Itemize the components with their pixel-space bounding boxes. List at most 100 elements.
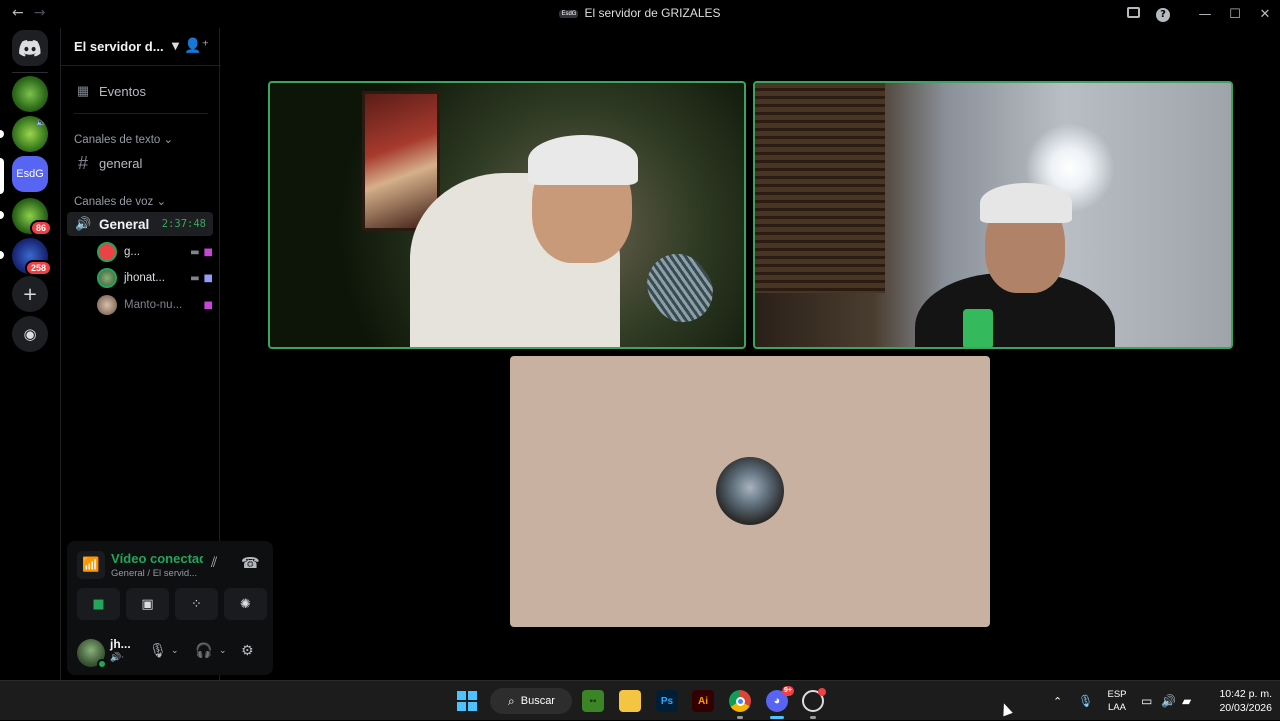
volume-icon[interactable]: 🔊 bbox=[1161, 681, 1176, 721]
voice-location[interactable]: General / El servid... bbox=[111, 568, 203, 579]
user-avatar bbox=[716, 457, 784, 525]
server-icon-4[interactable]: 86 bbox=[12, 198, 52, 236]
voice-channel-label: General bbox=[99, 216, 150, 232]
server-icon-5[interactable]: 258 bbox=[12, 238, 52, 276]
chevron-down-icon[interactable]: ⌄ bbox=[219, 646, 227, 656]
discord-taskbar-icon[interactable]: ◕ 9+ bbox=[766, 686, 794, 712]
chevron-down-icon[interactable]: ⌄ bbox=[171, 646, 179, 656]
member-name: jhonat... bbox=[124, 272, 165, 284]
file-explorer-icon[interactable] bbox=[619, 690, 641, 712]
home-button[interactable] bbox=[12, 30, 48, 66]
compass-icon: ◉ bbox=[23, 325, 37, 343]
clock[interactable]: 10:42 p. m. 20/03/2026 bbox=[1206, 687, 1272, 715]
disconnect-icon[interactable]: ☎ bbox=[241, 554, 260, 572]
camera-button[interactable]: ■ bbox=[77, 588, 120, 620]
server-icon-2[interactable]: 🔊 bbox=[12, 116, 48, 152]
unread-indicator bbox=[0, 130, 4, 138]
server-header[interactable]: El servidor d... ▼ 👤⁺ bbox=[61, 28, 221, 66]
date-label: 20/03/2026 bbox=[1219, 702, 1272, 714]
hash-icon: # bbox=[77, 152, 88, 173]
video-tile-3-avatar[interactable] bbox=[510, 356, 990, 627]
photoshop-icon[interactable]: Ps bbox=[656, 690, 678, 712]
taskbar: ⌕ Buscar ▪▪ Ps Ai ◕ 9+ ⌃ 🎙 ESP LAA ▭ 🔊 ▰… bbox=[0, 680, 1280, 720]
member-name: g... bbox=[124, 246, 140, 258]
explore-button[interactable]: ◉ bbox=[12, 316, 48, 352]
search-icon: ⌕ bbox=[508, 693, 515, 708]
add-member-icon[interactable]: 👤⁺ bbox=[184, 38, 209, 54]
settings-gear-icon[interactable]: ⚙ bbox=[241, 643, 254, 659]
minimize-button[interactable]: — bbox=[1190, 7, 1220, 22]
events-item[interactable]: ▦ Eventos bbox=[67, 79, 213, 103]
microphone-icon[interactable]: 🎙 bbox=[149, 643, 167, 659]
windows-logo-icon bbox=[457, 691, 477, 711]
camera-icon: ■ bbox=[92, 596, 105, 612]
voice-timer: 2:37:48 bbox=[161, 218, 206, 230]
activities-icon: ⁘ bbox=[191, 596, 202, 612]
voice-member[interactable]: Manto-nu... ■ bbox=[97, 294, 213, 316]
controller-icon: ■ bbox=[203, 246, 213, 258]
voice-member[interactable]: g... ▬ ■ bbox=[97, 241, 213, 263]
online-status-icon bbox=[97, 659, 107, 669]
maximize-button[interactable]: ☐ bbox=[1220, 7, 1250, 22]
server-name: El servidor d... bbox=[74, 39, 164, 54]
video-tile-1[interactable] bbox=[268, 81, 746, 349]
speaker-icon: 🔊 bbox=[36, 118, 46, 127]
language-indicator[interactable]: ESP LAA bbox=[1106, 688, 1128, 714]
voice-channel-general[interactable]: 🔊 General 2:37:48 bbox=[67, 212, 213, 236]
category-label: Canales de voz bbox=[74, 196, 154, 208]
microphone-in-use-icon[interactable]: 🎙 bbox=[1078, 681, 1093, 721]
soundboard-button[interactable]: ✺ bbox=[224, 588, 267, 620]
tray-overflow-icon[interactable]: ⌃ bbox=[1053, 681, 1062, 721]
chrome-center bbox=[735, 696, 745, 706]
cap bbox=[528, 135, 638, 185]
app-icon[interactable] bbox=[802, 688, 826, 712]
help-icon: ? bbox=[1156, 8, 1170, 22]
server-tag-icon: EsdG bbox=[559, 9, 579, 18]
server-initials: EsdG bbox=[16, 168, 44, 180]
mention-badge: 86 bbox=[29, 220, 52, 236]
inbox-button[interactable] bbox=[1118, 6, 1148, 22]
minecraft-icon[interactable]: ▪▪ bbox=[582, 690, 604, 712]
network-icon[interactable]: ▭ bbox=[1141, 681, 1152, 721]
category-text-channels[interactable]: Canales de texto ⌄ bbox=[74, 132, 173, 146]
mention-badge: 258 bbox=[24, 260, 52, 276]
time-label: 10:42 p. m. bbox=[1219, 688, 1272, 700]
notification-badge: 9+ bbox=[782, 686, 794, 696]
category-voice-channels[interactable]: Canales de voz ⌄ bbox=[74, 194, 166, 208]
add-server-button[interactable]: + bbox=[12, 276, 48, 312]
speaker-icon: 🔊· bbox=[110, 653, 125, 663]
illustrator-icon[interactable]: Ai bbox=[692, 690, 714, 712]
headphones-icon[interactable]: 🎧 bbox=[195, 643, 212, 659]
running-indicator bbox=[810, 716, 816, 719]
server-icon-esdg[interactable]: EsdG bbox=[12, 156, 48, 192]
taskbar-search[interactable]: ⌕ Buscar bbox=[490, 688, 572, 714]
voice-member[interactable]: jhonat... ▬ ■ bbox=[97, 267, 213, 289]
battery-icon[interactable]: ▰ bbox=[1182, 681, 1191, 721]
window-title-area: EsdG El servidor de GRIZALES bbox=[0, 6, 1280, 20]
chrome-icon[interactable] bbox=[729, 690, 751, 712]
language-code: ESP bbox=[1107, 689, 1127, 700]
close-window-button[interactable]: ✕ bbox=[1250, 7, 1280, 22]
channel-general-text[interactable]: # general bbox=[67, 151, 213, 175]
avatar bbox=[97, 295, 117, 315]
windows-start-icon[interactable] bbox=[456, 690, 478, 712]
microphone bbox=[635, 242, 725, 334]
user-name[interactable]: jh... bbox=[110, 637, 131, 651]
cap bbox=[980, 183, 1072, 223]
plus-icon: + bbox=[22, 283, 38, 305]
noise-suppression-icon[interactable]: ⫽ bbox=[211, 555, 217, 571]
signal-icon[interactable]: 📶 bbox=[77, 551, 105, 579]
voice-status[interactable]: Vídeo conectado bbox=[111, 551, 203, 566]
server-icon-1[interactable] bbox=[12, 76, 48, 112]
user-avatar[interactable] bbox=[77, 639, 107, 669]
screen-share-icon: ▣ bbox=[141, 596, 154, 612]
help-button[interactable]: ? bbox=[1148, 6, 1178, 22]
activities-button[interactable]: ⁘ bbox=[175, 588, 218, 620]
share-screen-button[interactable]: ▣ bbox=[126, 588, 169, 620]
camera-icon: ▬ bbox=[190, 246, 200, 258]
video-tile-2[interactable] bbox=[753, 81, 1233, 349]
category-label: Canales de texto bbox=[74, 134, 161, 146]
search-label: Buscar bbox=[520, 695, 555, 707]
controller-icon: ■ bbox=[203, 299, 213, 311]
running-indicator bbox=[737, 716, 743, 719]
